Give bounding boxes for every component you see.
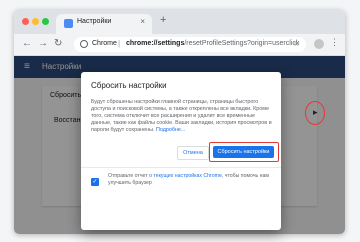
reset-settings-dialog: Сбросить настройки Будут сброшены настро… <box>81 72 281 230</box>
bookmark-star-icon[interactable]: ☆ <box>293 39 300 48</box>
dialog-body: Будут сброшены настройки главной страниц… <box>91 99 276 134</box>
annotation-highlight <box>209 142 279 162</box>
maximize-window-button[interactable] <box>42 18 49 25</box>
cancel-button[interactable]: Отмена <box>177 146 209 160</box>
address-url-rest: /resetProfileSettings?origin=userclick <box>184 40 300 47</box>
close-window-button[interactable] <box>22 18 29 25</box>
learn-more-link[interactable]: Подробне... <box>156 127 185 133</box>
tab-strip: Настройки × + <box>14 10 345 34</box>
minimize-window-button[interactable] <box>32 18 39 25</box>
annotation-circle-arrow: ▸ <box>305 101 325 125</box>
back-button[interactable]: ← <box>22 38 32 50</box>
toolbar: ← → ↻ Chrome | chrome://settings/resetPr… <box>14 34 345 56</box>
site-info-icon[interactable] <box>80 40 88 48</box>
address-url: chrome://settings/resetProfileSettings?o… <box>126 40 299 47</box>
forward-button[interactable]: → <box>38 38 48 50</box>
address-bar[interactable]: Chrome | chrome://settings/resetProfileS… <box>74 37 306 52</box>
profile-avatar[interactable] <box>314 39 324 49</box>
new-tab-button[interactable]: + <box>160 14 166 26</box>
current-settings-link[interactable]: текущих настройках Chrome <box>153 173 221 179</box>
tab-settings[interactable]: Настройки × <box>56 14 152 34</box>
send-report-label: Отправьте отчет о текущих настройках Chr… <box>108 173 273 187</box>
arrow-right-icon: ▸ <box>313 107 318 117</box>
tab-title: Настройки <box>77 18 112 25</box>
settings-favicon-icon <box>64 19 73 28</box>
browser-menu-icon[interactable]: ⋮ <box>330 37 339 48</box>
dialog-title: Сбросить настройки <box>91 81 167 90</box>
send-report-checkbox[interactable]: ✓ <box>91 178 99 186</box>
close-tab-icon[interactable]: × <box>140 17 145 26</box>
address-url-bold: chrome://settings <box>126 40 185 47</box>
reload-button[interactable]: ↻ <box>54 38 62 50</box>
footer-prefix: Отправьте отчет о <box>108 173 154 179</box>
address-host: Chrome <box>92 40 117 47</box>
address-separator: | <box>118 39 121 48</box>
dialog-footer: ✓ Отправьте отчет о текущих настройках C… <box>81 167 281 198</box>
